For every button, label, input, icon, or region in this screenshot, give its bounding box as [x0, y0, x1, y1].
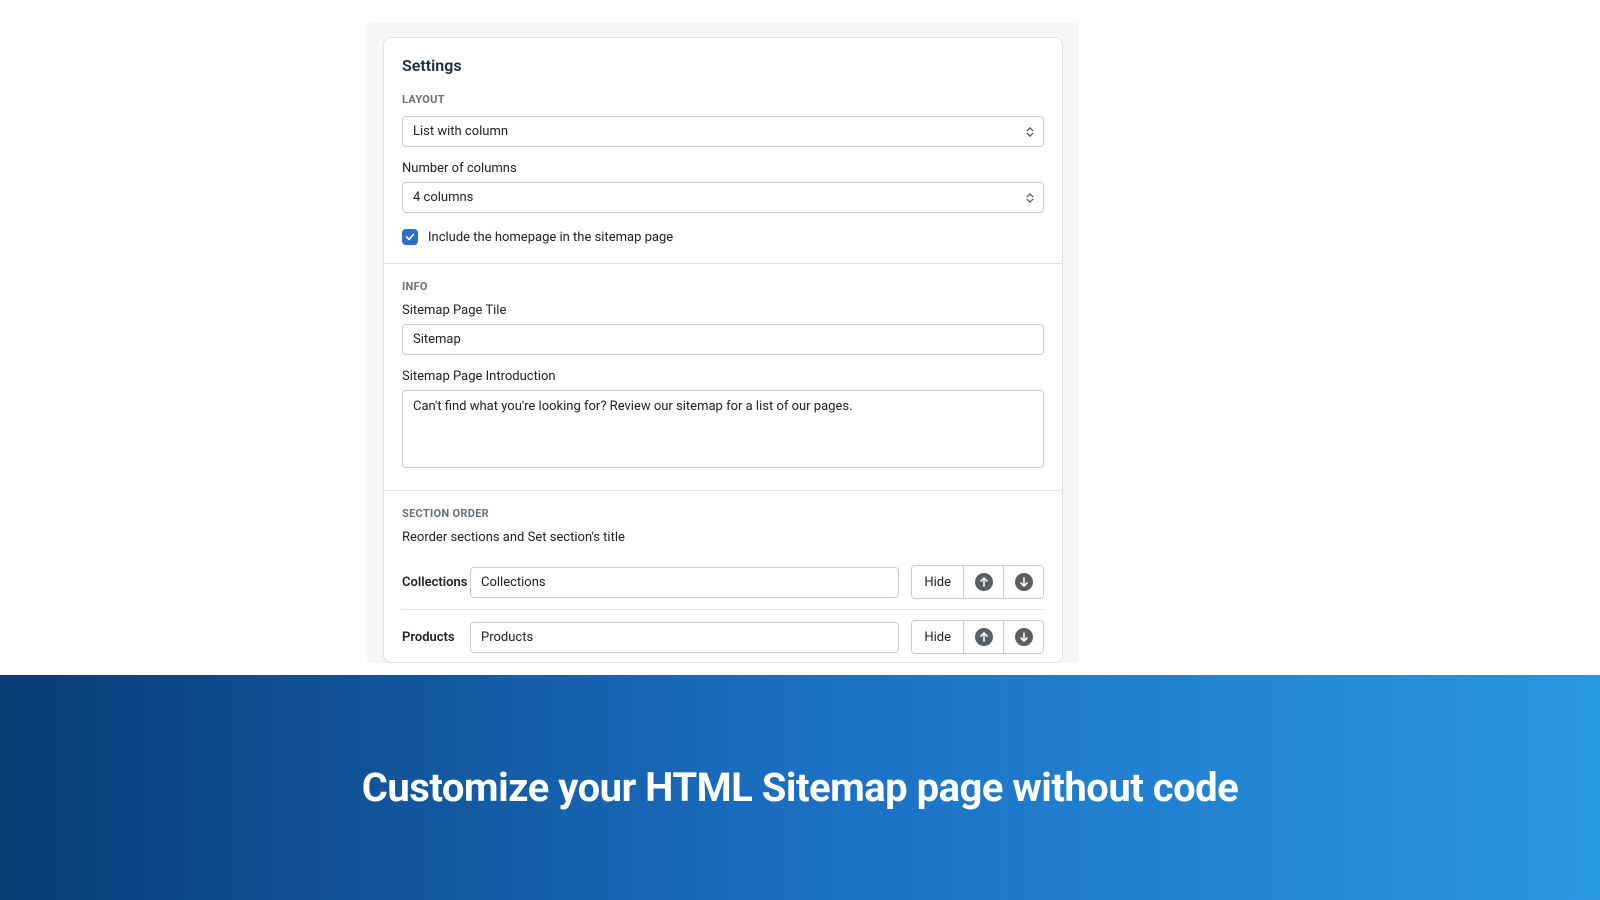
- move-down-button[interactable]: [1003, 621, 1043, 653]
- section-order-subtext: Reorder sections and Set section's title: [402, 530, 1044, 545]
- section-actions: Hide: [911, 565, 1044, 599]
- columns-label: Number of columns: [402, 161, 1044, 176]
- arrow-up-icon: [975, 628, 993, 646]
- sitemap-title-input[interactable]: [402, 324, 1044, 355]
- include-homepage-label: Include the homepage in the sitemap page: [428, 230, 673, 245]
- layout-select[interactable]: List with column: [402, 116, 1044, 147]
- hide-button[interactable]: Hide: [912, 621, 963, 653]
- settings-card: Settings LAYOUT List with column Number …: [383, 37, 1063, 663]
- section-title-input[interactable]: [470, 622, 899, 653]
- hide-button[interactable]: Hide: [912, 566, 963, 598]
- section-label: Products: [402, 630, 458, 645]
- move-down-button[interactable]: [1003, 566, 1043, 598]
- promo-banner: Customize your HTML Sitemap page without…: [0, 675, 1600, 900]
- layout-heading: LAYOUT: [402, 93, 1044, 106]
- include-homepage-checkbox[interactable]: [402, 229, 418, 245]
- sitemap-intro-input[interactable]: [402, 390, 1044, 468]
- section-order-row: Collections Hide: [402, 559, 1044, 609]
- section-order-row: Products Hide: [402, 609, 1044, 663]
- arrow-down-icon: [1015, 628, 1033, 646]
- move-up-button[interactable]: [963, 566, 1003, 598]
- sitemap-title-label: Sitemap Page Tile: [402, 303, 1044, 318]
- banner-text: Customize your HTML Sitemap page without…: [362, 764, 1239, 811]
- section-label: Collections: [402, 575, 458, 590]
- section-title-input[interactable]: [470, 567, 899, 598]
- columns-select[interactable]: 4 columns: [402, 182, 1044, 213]
- settings-title: Settings: [402, 56, 1044, 75]
- move-up-button[interactable]: [963, 621, 1003, 653]
- info-heading: INFO: [402, 280, 1044, 293]
- sitemap-intro-label: Sitemap Page Introduction: [402, 369, 1044, 384]
- section-actions: Hide: [911, 620, 1044, 654]
- section-order-heading: SECTION ORDER: [402, 507, 1044, 520]
- arrow-up-icon: [975, 573, 993, 591]
- arrow-down-icon: [1015, 573, 1033, 591]
